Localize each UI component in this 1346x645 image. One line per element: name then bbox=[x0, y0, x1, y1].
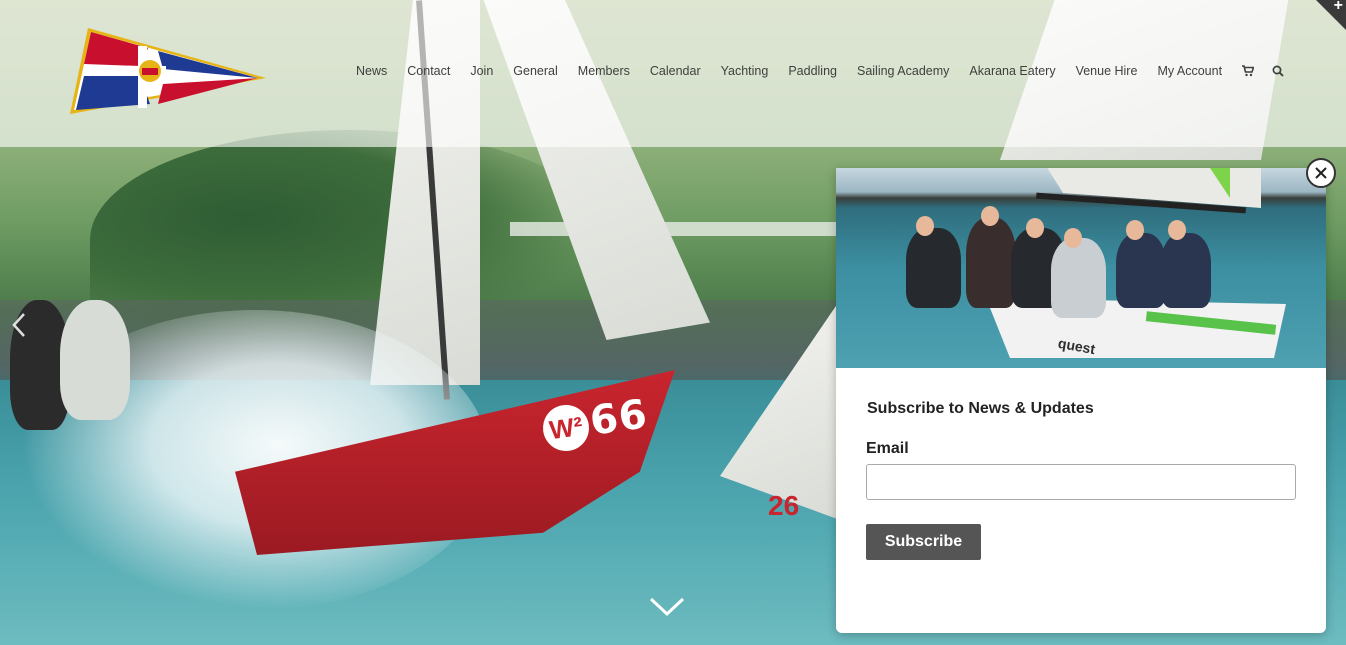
nav-my-account[interactable]: My Account bbox=[1157, 64, 1222, 78]
club-burgee-icon[interactable] bbox=[68, 26, 268, 116]
main-nav: News Contact Join General Members Calend… bbox=[356, 64, 1302, 78]
search-icon[interactable] bbox=[1272, 65, 1284, 77]
popup-image-face bbox=[1026, 218, 1044, 238]
popup-image-sailor bbox=[966, 218, 1016, 308]
nav-venue-hire[interactable]: Venue Hire bbox=[1076, 64, 1138, 78]
chevron-left-icon[interactable] bbox=[10, 310, 28, 340]
popup-image-face bbox=[916, 216, 934, 236]
email-field[interactable] bbox=[866, 464, 1296, 500]
popup-image-sailor bbox=[906, 228, 961, 308]
nav-news[interactable]: News bbox=[356, 64, 387, 78]
email-label: Email bbox=[866, 440, 909, 457]
popup-image-face bbox=[1064, 228, 1082, 248]
popup-title: Subscribe to News & Updates bbox=[867, 400, 1094, 417]
nav-members[interactable]: Members bbox=[578, 64, 630, 78]
popup-image-face bbox=[981, 206, 999, 226]
popup-image: quest bbox=[836, 168, 1326, 368]
close-icon[interactable] bbox=[1306, 158, 1336, 188]
nav-join[interactable]: Join bbox=[470, 64, 493, 78]
nav-contact[interactable]: Contact bbox=[407, 64, 450, 78]
hero-road bbox=[510, 222, 840, 236]
popup-image-face bbox=[1168, 220, 1186, 240]
hero-sail-number: 66 bbox=[587, 391, 651, 445]
nav-calendar[interactable]: Calendar bbox=[650, 64, 701, 78]
cart-icon[interactable] bbox=[1242, 65, 1255, 77]
subscribe-popup: quest Subscribe to News & Updates Email … bbox=[836, 158, 1336, 633]
nav-sailing-academy[interactable]: Sailing Academy bbox=[857, 64, 949, 78]
hero-second-sail-number: 26 bbox=[768, 490, 800, 521]
chevron-down-icon[interactable] bbox=[648, 595, 686, 619]
nav-akarana-eatery[interactable]: Akarana Eatery bbox=[969, 64, 1055, 78]
nav-paddling[interactable]: Paddling bbox=[788, 64, 837, 78]
hero-sailor bbox=[60, 300, 130, 420]
plus-icon[interactable]: + bbox=[1334, 0, 1343, 15]
subscribe-button[interactable]: Subscribe bbox=[866, 524, 981, 560]
popup-image-sailor bbox=[1161, 233, 1211, 308]
popup-image-sailor bbox=[1051, 238, 1106, 318]
nav-yachting[interactable]: Yachting bbox=[721, 64, 769, 78]
popup-image-sailor bbox=[1116, 233, 1166, 308]
site-header: News Contact Join General Members Calend… bbox=[0, 0, 1346, 147]
nav-general[interactable]: General bbox=[513, 64, 557, 78]
popup-image-face bbox=[1126, 220, 1144, 240]
